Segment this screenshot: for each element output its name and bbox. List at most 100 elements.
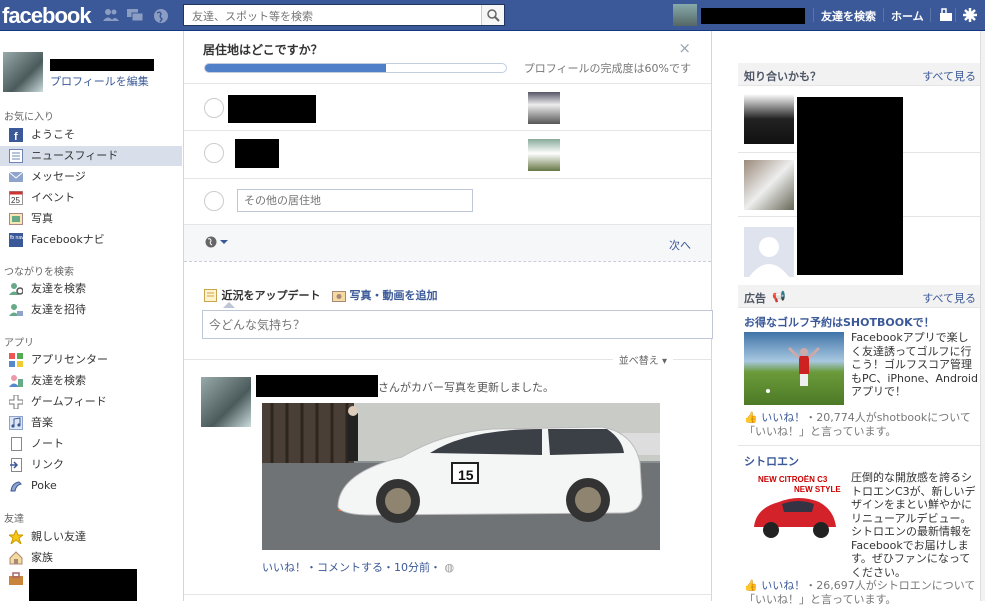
profile-picture[interactable] <box>3 52 43 92</box>
nav-close-friends[interactable]: 親しい友達 <box>0 527 182 547</box>
nav-invite-friends[interactable]: 友達を招待 <box>0 300 182 320</box>
calendar-day: 25 <box>11 196 20 205</box>
residence-footer <box>184 225 711 261</box>
ads-see-all-link[interactable]: すべて見る <box>922 290 976 306</box>
edit-profile-link[interactable]: プロフィールを編集 <box>50 73 149 89</box>
divider <box>883 8 884 22</box>
nav-notes[interactable]: ノート <box>0 434 182 454</box>
other-residence-input[interactable] <box>237 189 473 212</box>
nav-music[interactable]: 音楽 <box>0 413 182 433</box>
invite-friends-icon <box>9 303 23 317</box>
facebook-logo[interactable]: facebook <box>2 3 92 29</box>
redacted-pymk-names[interactable] <box>797 97 903 275</box>
golfer-image <box>766 346 821 393</box>
left-sidebar: プロフィールを編集 お気に入り f ようこそ ニュースフィード メッセージ 25… <box>0 31 182 601</box>
ad-title[interactable]: お得なゴルフ予約はSHOTBOOKで！ <box>744 314 935 330</box>
divider <box>738 445 980 446</box>
residence-option-radio[interactable] <box>204 191 224 211</box>
home-link[interactable]: ホーム <box>891 8 924 24</box>
nav-app-find-friends[interactable]: 友達を検索 <box>0 371 182 391</box>
search-box[interactable] <box>183 4 505 26</box>
pymk-title: 知り合いかも？ <box>744 70 821 83</box>
redacted-place-name[interactable] <box>228 95 316 123</box>
user-avatar-small[interactable] <box>673 4 697 26</box>
close-icon[interactable]: × <box>678 39 691 57</box>
redacted-friend-list[interactable] <box>29 569 137 601</box>
race-number: 15 <box>458 467 474 483</box>
friend-requests-icon[interactable] <box>103 8 119 22</box>
pymk-see-all-link[interactable]: すべて見る <box>922 68 976 84</box>
story-actions-text[interactable]: いいね！・コメントする・10分前・ <box>262 561 441 574</box>
ads-title: 広告 <box>744 292 766 305</box>
story-author-avatar[interactable] <box>201 377 251 427</box>
page-scrollbar[interactable] <box>980 31 985 601</box>
pymk-photo[interactable] <box>744 94 794 144</box>
redacted-profile-name[interactable] <box>50 59 154 71</box>
globe-icon <box>205 236 228 248</box>
cover-photo[interactable]: 15 <box>262 403 660 550</box>
nav-poke[interactable]: Poke <box>0 476 182 496</box>
thumbs-up-icon: 👍 <box>744 579 758 592</box>
nav-app-center[interactable]: アプリセンター <box>0 350 182 370</box>
star-icon <box>7 528 25 546</box>
status-pencil-icon <box>204 289 217 302</box>
nav-label: メッセージ <box>31 170 86 183</box>
megaphone-icon: 📢 <box>772 290 786 303</box>
ad-title[interactable]: シトロエン <box>744 453 799 469</box>
next-link[interactable]: 次へ <box>669 237 691 253</box>
nav-games-feed[interactable]: ゲームフィード <box>0 392 182 412</box>
fb-navi-icon-text: fb navi <box>10 235 23 241</box>
ad-like-link[interactable]: いいね！ <box>761 579 805 592</box>
thumbs-up-icon: 👍 <box>744 411 758 424</box>
redacted-username[interactable] <box>701 8 805 24</box>
add-photo-tab[interactable]: 写真・動画を追加 <box>332 287 438 303</box>
redacted-place-name[interactable] <box>235 139 279 168</box>
residence-option-radio[interactable] <box>204 98 224 118</box>
find-friends-icon <box>9 374 23 388</box>
search-button[interactable] <box>481 5 504 25</box>
ad-body: Facebookアプリで楽しく友達誘ってゴルフに行こう！ゴルフスコア管理もPC、… <box>851 331 978 398</box>
divider <box>813 8 814 22</box>
pymk-default-avatar[interactable] <box>744 227 794 277</box>
settings-gear-icon[interactable] <box>962 8 978 22</box>
nav-label: Facebookナビ <box>31 233 105 246</box>
nav-news-feed[interactable]: ニュースフィード <box>0 146 182 166</box>
nav-label: ゲームフィード <box>31 395 107 408</box>
divider <box>184 83 711 84</box>
nav-facebook-navi[interactable]: fb navi Facebookナビ <box>0 230 182 250</box>
briefcase-icon <box>9 572 23 586</box>
nav-welcome[interactable]: f ようこそ <box>0 125 182 145</box>
search-input[interactable] <box>190 6 484 26</box>
pymk-photo[interactable] <box>744 160 794 210</box>
ad-likes: 👍 いいね！・26,697人がシトロエンについて「いいね！」と言っています。 <box>744 579 980 606</box>
divider <box>184 261 711 262</box>
nav-label: 友達を検索 <box>31 282 86 295</box>
notifications-globe-icon[interactable] <box>153 8 169 23</box>
nav-messages[interactable]: メッセージ <box>0 167 182 187</box>
find-friends-link[interactable]: 友達を検索 <box>821 8 876 24</box>
ad-image[interactable]: NEW CITROËN C3 NEW STYLE <box>744 472 844 545</box>
update-status-tab[interactable]: 近況をアップデート <box>204 287 321 303</box>
residence-title: 居住地はどこですか？ <box>203 43 323 57</box>
messages-icon[interactable] <box>127 8 144 22</box>
ad-like-link[interactable]: いいね！ <box>761 411 805 424</box>
nav-photos[interactable]: 写真 <box>0 209 182 229</box>
search-icon <box>487 9 500 22</box>
privacy-globe-dropdown[interactable] <box>205 236 233 253</box>
profile-progress-bar <box>204 63 507 73</box>
ad-image[interactable] <box>744 332 844 405</box>
sort-dropdown[interactable]: 並べ替え ▾ <box>612 352 673 367</box>
residence-option-radio[interactable] <box>204 143 224 163</box>
composer-pointer <box>223 302 235 308</box>
status-input[interactable] <box>202 310 713 339</box>
nav-family[interactable]: 家族 <box>0 548 182 568</box>
nav-events[interactable]: 25 イベント <box>0 188 182 208</box>
notes-icon <box>9 437 23 451</box>
nav-links[interactable]: リンク <box>0 455 182 475</box>
place-thumbnail <box>528 139 560 171</box>
music-icon <box>9 416 23 430</box>
redacted-author-name[interactable] <box>256 375 378 397</box>
pymk-header: 知り合いかも？ すべて見る <box>738 63 980 86</box>
privacy-shortcuts-icon[interactable] <box>938 8 954 22</box>
nav-find-friends[interactable]: 友達を検索 <box>0 279 182 299</box>
